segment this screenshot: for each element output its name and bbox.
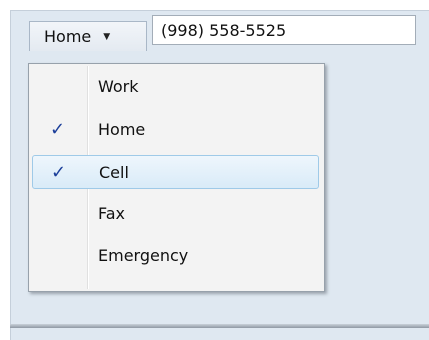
menu-item-emergency[interactable]: Emergency	[32, 239, 319, 273]
menu-item-label: Emergency	[98, 246, 189, 265]
menu-item-work[interactable]: Work	[32, 70, 319, 104]
menu-item-fax[interactable]: Fax	[32, 197, 319, 231]
phone-number-input[interactable]	[152, 15, 416, 45]
menu-item-label: Fax	[98, 204, 126, 223]
phone-type-menu: Work ✓ Home ✓ Cell Fax Emergency	[28, 63, 325, 292]
menu-item-label: Work	[98, 77, 139, 96]
checkmark-icon: ✓	[51, 162, 67, 183]
menu-item-home[interactable]: ✓ Home	[32, 113, 319, 147]
chevron-down-icon: ▼	[103, 31, 111, 42]
phone-type-dropdown-button[interactable]: Home ▼	[29, 21, 147, 51]
menu-item-label: Home	[98, 120, 146, 139]
menu-item-label: Cell	[99, 163, 129, 182]
window-bottom-edge	[10, 324, 429, 328]
phone-type-label: Home	[44, 27, 92, 46]
checkmark-icon: ✓	[50, 119, 66, 140]
menu-item-cell[interactable]: ✓ Cell	[32, 155, 319, 189]
